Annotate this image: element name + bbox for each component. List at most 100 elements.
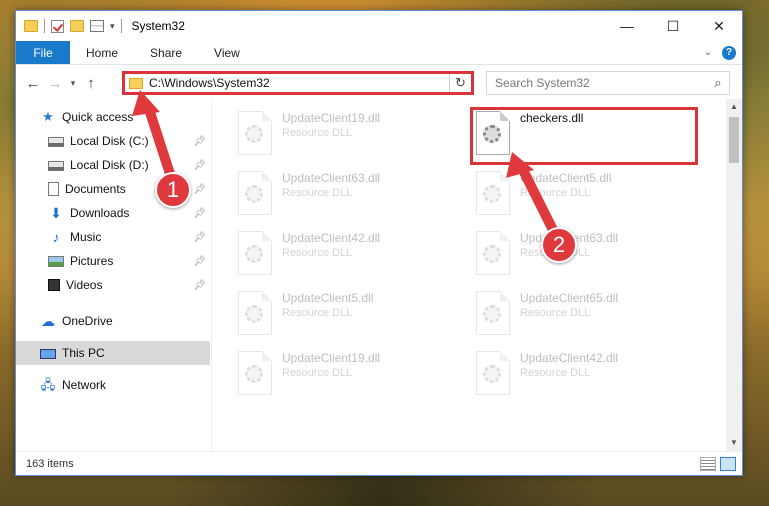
file-item[interactable]: UpdateClient65.dll Resource DLL — [454, 287, 682, 343]
navigation-bar: ← → ▾ ↑ C:\Windows\System32 ↻ Search Sys… — [16, 69, 742, 97]
sidebar-item-label: This PC — [62, 346, 105, 360]
dll-file-icon — [238, 291, 272, 335]
pictures-icon — [48, 255, 64, 267]
address-path[interactable]: C:\Windows\System32 — [149, 76, 449, 90]
checkers-dll-highlight-box — [470, 107, 698, 165]
file-type: Resource DLL — [282, 127, 353, 139]
sidebar-item-label: Network — [62, 378, 107, 392]
scrollbar-thumb[interactable] — [729, 117, 739, 163]
sidebar-item-music[interactable]: ♪ Music 📌︎ — [16, 225, 210, 249]
up-arrow-icon[interactable]: ↑ — [80, 75, 102, 92]
dll-file-icon — [238, 351, 272, 395]
quick-access-toolbar: ▾ — [16, 19, 122, 33]
toolbar-divider — [44, 19, 45, 33]
pin-icon[interactable]: 📌︎ — [193, 160, 206, 171]
file-item[interactable]: UpdateClient42.dll Resource DLL — [454, 347, 682, 403]
pin-icon[interactable]: 📌︎ — [193, 208, 206, 219]
cloud-icon: ☁ — [41, 313, 55, 329]
dll-file-icon — [476, 231, 510, 275]
vertical-scrollbar[interactable]: ▲ ▼ — [726, 99, 742, 451]
file-item[interactable]: UpdateClient19.dll Resource DLL — [216, 107, 444, 163]
step-2-badge: 2 — [541, 227, 577, 263]
search-icon[interactable]: ⌕ — [707, 75, 729, 91]
sidebar-item-label: Videos — [66, 278, 103, 292]
maximize-button[interactable]: ☐ — [650, 11, 696, 41]
address-bar[interactable]: C:\Windows\System32 ↻ — [122, 71, 474, 95]
tab-home[interactable]: Home — [70, 41, 134, 64]
view-switcher — [700, 456, 742, 471]
sidebar-item-network[interactable]: 🖧︎ Network — [16, 373, 210, 397]
window-controls: — ☐ ✕ — [604, 11, 742, 41]
file-type: Resource DLL — [282, 307, 353, 319]
back-arrow-icon[interactable]: ← — [22, 75, 44, 92]
pin-icon[interactable]: 📌︎ — [193, 256, 206, 267]
file-name: UpdateClient42.dll — [520, 351, 619, 365]
new-folder-icon[interactable] — [70, 20, 84, 32]
file-type: Resource DLL — [282, 187, 353, 199]
sidebar-item-onedrive[interactable]: ☁ OneDrive — [16, 309, 210, 333]
expand-ribbon-chevron-icon[interactable]: ⌄ — [704, 47, 712, 58]
file-item[interactable]: UpdateClient63.dll Resource DLL — [216, 167, 444, 223]
file-name: UpdateClient5.dll — [520, 171, 612, 185]
properties-icon[interactable] — [90, 20, 104, 32]
customize-toolbar-dropdown-icon[interactable]: ▾ — [110, 21, 115, 32]
file-item[interactable]: UpdateClient5.dll Resource DLL — [454, 167, 682, 223]
forward-arrow-icon[interactable]: → — [44, 75, 66, 92]
pane-divider[interactable] — [211, 99, 212, 451]
file-item[interactable]: UpdateClient19.dll Resource DLL — [216, 347, 444, 403]
sidebar-item-quick-access[interactable]: ★ Quick access — [16, 105, 210, 129]
sidebar-item-videos[interactable]: Videos 📌︎ — [16, 273, 210, 297]
sidebar-item-label: Local Disk (D:) — [70, 158, 149, 172]
ribbon-right-controls: ⌄ ? — [704, 41, 742, 64]
file-item[interactable]: UpdateClient42.dll Resource DLL — [216, 227, 444, 283]
sidebar-item-local-disk-c[interactable]: Local Disk (C:) 📌︎ — [16, 129, 210, 153]
dll-file-icon — [476, 291, 510, 335]
file-name: UpdateClient19.dll — [282, 351, 381, 365]
music-icon: ♪ — [52, 229, 60, 245]
drive-icon — [48, 161, 64, 171]
dll-file-icon — [238, 231, 272, 275]
pin-icon[interactable]: 📌︎ — [193, 232, 206, 243]
large-icons-view-icon[interactable] — [720, 456, 736, 471]
video-icon — [48, 279, 60, 291]
sidebar-item-label: Documents — [65, 182, 126, 196]
status-bar: 163 items — [16, 451, 742, 475]
properties-check-icon[interactable] — [51, 19, 64, 33]
pin-icon[interactable]: 📌︎ — [193, 136, 206, 147]
file-type: Resource DLL — [282, 367, 353, 379]
dll-file-icon — [476, 351, 510, 395]
pin-icon[interactable]: 📌︎ — [193, 280, 206, 291]
file-item[interactable]: UpdateClient5.dll Resource DLL — [216, 287, 444, 343]
search-input[interactable]: Search System32 — [495, 76, 707, 90]
download-icon: ⬇ — [50, 205, 62, 221]
details-view-icon[interactable] — [700, 456, 716, 471]
help-icon[interactable]: ? — [722, 45, 736, 60]
search-box[interactable]: Search System32 ⌕ — [486, 71, 730, 95]
folder-icon — [24, 20, 38, 32]
sidebar-item-label: Downloads — [70, 206, 130, 220]
window-title: System32 — [131, 19, 185, 33]
tab-file[interactable]: File — [16, 41, 70, 64]
computer-icon — [40, 348, 56, 359]
file-type: Resource DLL — [282, 247, 353, 259]
tab-share[interactable]: Share — [134, 41, 198, 64]
document-icon — [48, 182, 59, 196]
close-button[interactable]: ✕ — [696, 11, 742, 41]
dll-file-icon — [238, 171, 272, 215]
toolbar-divider — [120, 19, 122, 33]
refresh-icon[interactable]: ↻ — [449, 74, 471, 92]
tab-view[interactable]: View — [198, 41, 256, 64]
file-name: UpdateClient42.dll — [282, 231, 381, 245]
title-bar: ▾ System32 — ☐ ✕ — [16, 11, 742, 41]
scroll-up-icon[interactable]: ▲ — [726, 99, 742, 115]
file-explorer-window: ▾ System32 — ☐ ✕ File Home Share View ⌄ … — [15, 10, 743, 476]
dll-file-icon — [238, 111, 272, 155]
pin-icon[interactable]: 📌︎ — [193, 184, 206, 195]
sidebar-item-label: OneDrive — [62, 314, 113, 328]
sidebar-item-this-pc[interactable]: This PC — [16, 341, 210, 365]
sidebar-item-pictures[interactable]: Pictures 📌︎ — [16, 249, 210, 273]
recent-locations-chevron-icon[interactable]: ▾ — [66, 78, 80, 89]
navigation-pane: ★ Quick access Local Disk (C:) 📌︎ Local … — [16, 105, 210, 445]
scroll-down-icon[interactable]: ▼ — [726, 435, 742, 451]
minimize-button[interactable]: — — [604, 11, 650, 41]
